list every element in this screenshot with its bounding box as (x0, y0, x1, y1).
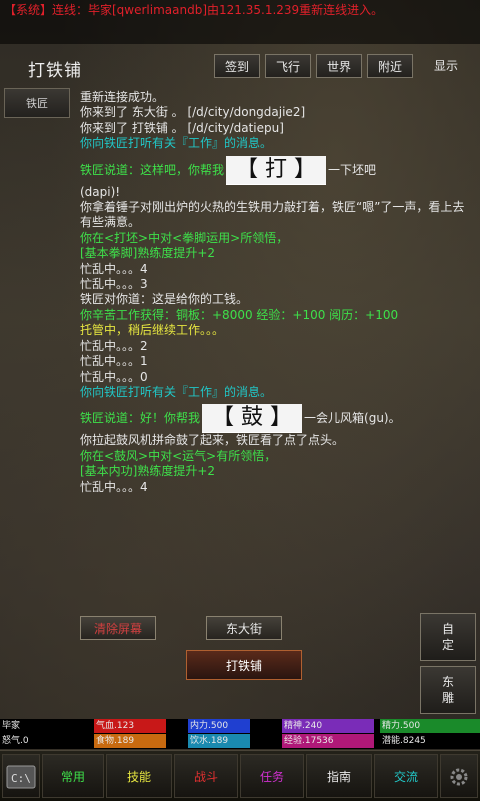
log-text: 一会儿风箱(gu)。 (304, 411, 401, 426)
bottom-navigation: C:\ 常用 技能 战斗 任务 指南 交流 (0, 750, 480, 801)
log-line: (dapi)! (80, 184, 121, 199)
log-line: 忙乱中。。。2 (80, 338, 148, 353)
current-room-button[interactable]: 打铁铺 (186, 650, 302, 680)
world-button[interactable]: 世界 (316, 54, 362, 78)
log-line: 你来到了 打铁铺 。 [/d/city/datiepu] (80, 120, 284, 135)
log-line: 你拉起鼓风机拼命鼓了起来，铁匠看了点了点头。 (80, 433, 345, 448)
sign-in-button[interactable]: 签到 (214, 54, 260, 78)
nearby-button[interactable]: 附近 (367, 54, 413, 78)
energy-stat: 精力.500 (380, 719, 480, 733)
room-title: 打铁铺 (28, 61, 82, 81)
system-message: 【系统】连线：毕家[qwerlimaandb]由121.35.1.239重新连线… (0, 0, 480, 44)
log-line: 忙乱中。。。4 (80, 261, 148, 276)
hp-stat: 气血.123 (94, 719, 166, 733)
nav-chat[interactable]: 交流 (374, 754, 438, 798)
npc-blacksmith-button[interactable]: 铁匠 (4, 88, 70, 118)
nav-guide[interactable]: 指南 (306, 754, 372, 798)
log-line: 你辛苦工作获得：铜板：+8000 经验：+100 阅历：+100 (80, 307, 399, 322)
custom-button[interactable]: 自定 (420, 613, 476, 661)
nav-skills[interactable]: 技能 (106, 754, 172, 798)
log-line: 铁匠说道：好！你帮我【 鼓 】一会儿风箱(gu)。 (80, 404, 476, 434)
action-word-da[interactable]: 【 打 】 (226, 155, 327, 185)
nav-common[interactable]: 常用 (42, 754, 104, 798)
log-text: 铁匠说道：好！你帮我 (80, 411, 201, 426)
east-side-button[interactable]: 东雕 (420, 666, 476, 714)
gear-icon[interactable] (440, 754, 478, 798)
log-line: 忙乱中。。。1 (80, 354, 148, 369)
log-text: 一下坯吧 (328, 162, 377, 177)
log-line: 你来到了 东大街 。 [/d/city/dongdajie2] (80, 105, 306, 120)
log-line: 铁匠说道：这样吧，你帮我【 打 】一下坯吧 (80, 155, 476, 185)
rage-stat: 怒气.0 (2, 736, 29, 746)
log-line: 重新连接成功。 (80, 90, 165, 104)
log-line: 忙乱中。。。3 (80, 277, 148, 292)
status-bar: 毕家 气血.123 内力.500 精神.240 精力.500 怒气.0 食物.1… (0, 719, 480, 749)
room-header: 打铁铺 签到 飞行 世界 附近 显示 (0, 50, 480, 84)
food-stat: 食物.189 (94, 734, 166, 748)
nav-combat[interactable]: 战斗 (174, 754, 238, 798)
log-line: [基本内功]熟练度提升+2 (80, 464, 216, 479)
log-line: 忙乱中。。。4 (80, 479, 148, 494)
message-log: 重新连接成功。 你来到了 东大街 。 [/d/city/dongdajie2] … (80, 90, 476, 495)
mana-stat: 内力.500 (188, 719, 250, 733)
log-line: 忙乱中。。。0 (80, 369, 148, 384)
log-line: 托管中，稍后继续工作。。。 (80, 323, 225, 338)
action-word-gu[interactable]: 【 鼓 】 (202, 404, 303, 434)
potential-stat: 潜能.8245 (382, 736, 426, 746)
log-line: [基本拳脚]熟练度提升+2 (80, 246, 216, 261)
player-name: 毕家 (2, 721, 21, 731)
exit-east-street-button[interactable]: 东大街 (206, 616, 282, 640)
log-text: 铁匠说道：这样吧，你帮我 (80, 162, 225, 177)
console-icon[interactable]: C:\ (2, 754, 40, 798)
log-line: 你向铁匠打听有关『工作』的消息。 (80, 136, 273, 151)
log-line: 你拿着锤子对刚出炉的火热的生铁用力敲打着，铁匠“嗯”了一声，看上去有些满意。 (80, 200, 465, 230)
water-stat: 饮水.189 (188, 734, 250, 748)
log-line: 你向铁匠打听有关『工作』的消息。 (80, 384, 273, 399)
spirit-stat: 精神.240 (282, 719, 374, 733)
log-line: 铁匠对你道：这是给你的工钱。 (80, 292, 249, 307)
svg-text:C:\: C:\ (11, 772, 31, 785)
fly-button[interactable]: 飞行 (265, 54, 311, 78)
display-button[interactable]: 显示 (420, 54, 472, 78)
exp-stat: 经验.17536 (282, 734, 374, 748)
log-line: 你在<鼓风>中对<运气>有所领悟， (80, 448, 277, 463)
nav-quests[interactable]: 任务 (240, 754, 304, 798)
clear-screen-button[interactable]: 清除屏幕 (80, 616, 156, 640)
log-line: 你在<打坯>中对<拳脚运用>所领悟， (80, 230, 289, 245)
